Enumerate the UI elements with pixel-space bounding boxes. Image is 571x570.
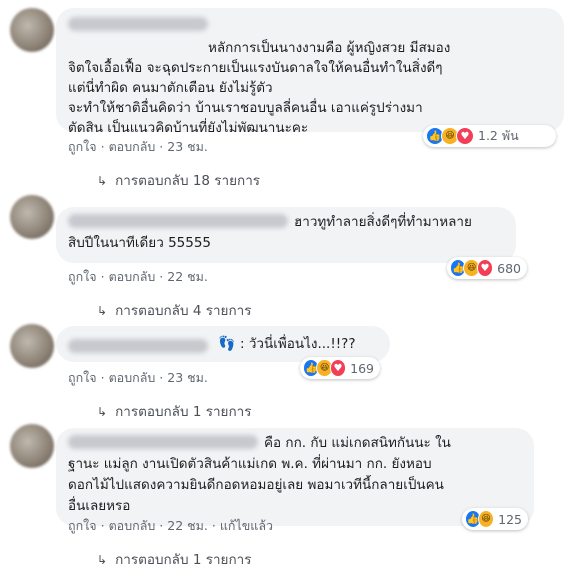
commenter-name[interactable] bbox=[68, 14, 212, 34]
reply-link[interactable]: ตอบกลับ bbox=[109, 269, 156, 284]
like-link[interactable]: ถูกใจ bbox=[68, 370, 97, 385]
comment-4: คือ กก. กับ แม่เกดสนิทกันนะ ใน ฐานะ แม่ล… bbox=[0, 416, 571, 568]
comment-text-line: สิบปีในนาทีเดียว 55555 bbox=[68, 235, 212, 251]
reaction-summary[interactable]: 👍 😆 125 bbox=[462, 508, 528, 530]
comment-actions: ถูกใจ · ตอบกลับ · 22 ชม. · แก้ไขแล้ว bbox=[68, 518, 274, 533]
comment-text-line: แต่นี่ทำผิด คนมาตักเตือน ยังไม่รู้ตัว bbox=[68, 80, 273, 96]
comment-bubble: คือ กก. กับ แม่เกดสนิทกันนะ ใน ฐานะ แม่ล… bbox=[56, 428, 534, 526]
comment-text-line: คือ กก. กับ แม่เกดสนิทกันนะ ใน bbox=[264, 435, 451, 451]
comment-text-line: หลักการเป็นนางงามคือ ผู้หญิงสวย มีสมอง bbox=[208, 40, 451, 56]
love-reaction-icon: ♥ bbox=[476, 259, 494, 277]
comment-actions: ถูกใจ · ตอบกลับ · 23 ชม. bbox=[68, 139, 208, 154]
avatar[interactable] bbox=[10, 8, 54, 52]
reply-arrow-icon: ↳ bbox=[97, 174, 108, 188]
haha-reaction-icon: 😆 bbox=[478, 510, 495, 528]
footprints-icon: 👣 bbox=[218, 336, 236, 352]
comment-text-line: จะทำให้ชาติอื่นคิดว่า บ้านเราชอบบูลลี่คน… bbox=[68, 100, 423, 116]
view-replies-link[interactable]: ↳ การตอบกลับ 18 รายการ bbox=[97, 169, 260, 191]
comment-1: หลักการเป็นนางงามคือ ผู้หญิงสวย มีสมอง จ… bbox=[0, 0, 571, 195]
blurred-name bbox=[68, 435, 258, 449]
view-replies-link[interactable]: ↳ การตอบกลับ 4 รายการ bbox=[97, 299, 251, 321]
timestamp[interactable]: 23 ชม. bbox=[167, 139, 208, 154]
comment-bubble: หลักการเป็นนางงามคือ ผู้หญิงสวย มีสมอง จ… bbox=[56, 8, 564, 136]
comment-3: 👣 : วัวนี่เพื่อนไง...!!?? 👍 😆 ♥ 169 ถูกใ… bbox=[0, 320, 571, 420]
comment-actions: ถูกใจ · ตอบกลับ · 23 ชม. bbox=[68, 370, 208, 385]
love-reaction-icon: ♥ bbox=[329, 359, 347, 377]
like-link[interactable]: ถูกใจ bbox=[68, 139, 97, 154]
reply-arrow-icon: ↳ bbox=[97, 553, 108, 567]
reaction-count: 680 bbox=[497, 260, 521, 276]
reaction-count: 169 bbox=[350, 360, 374, 376]
avatar[interactable] bbox=[10, 424, 54, 468]
comment-text-line: ฐานะ แม่ลูก งานเปิดตัวสินค้าแม่เกด พ.ค. … bbox=[68, 456, 432, 472]
reaction-count: 125 bbox=[498, 511, 522, 527]
reply-link[interactable]: ตอบกลับ bbox=[109, 370, 156, 385]
like-link[interactable]: ถูกใจ bbox=[68, 518, 97, 533]
comment-text-line: ดอกไม้ไปแสดงความยินดีกอดหอมอยู่เลย พอมาเ… bbox=[68, 477, 444, 493]
comment-text-line: ฮาวทูทำลายสิ่งดีๆที่ทำมาหลาย bbox=[294, 214, 472, 230]
comment-actions: ถูกใจ · ตอบกลับ · 22 ชม. bbox=[68, 269, 208, 284]
reaction-summary[interactable]: 👍 😆 ♥ 169 bbox=[300, 357, 380, 379]
like-link[interactable]: ถูกใจ bbox=[68, 269, 97, 284]
commenter-name[interactable] bbox=[68, 211, 292, 231]
comment-text-line: จิตใจเอื้อเฟื้อ จะฉุดประกายเป็นแรงบันดาล… bbox=[68, 60, 443, 76]
timestamp[interactable]: 22 ชม. bbox=[167, 518, 208, 533]
timestamp[interactable]: 23 ชม. bbox=[167, 370, 208, 385]
edited-label[interactable]: แก้ไขแล้ว bbox=[220, 518, 273, 533]
comment-text-line: ตัดสิน เป็นแนวคิดบ้านที่ยังไม่พัฒนานะคะ bbox=[68, 120, 309, 136]
reaction-count: 1.2 พัน bbox=[478, 128, 519, 143]
comment-text-line: : วัวนี่เพื่อนไง...!!?? bbox=[240, 336, 356, 352]
timestamp[interactable]: 22 ชม. bbox=[167, 269, 208, 284]
reply-link[interactable]: ตอบกลับ bbox=[109, 518, 156, 533]
avatar[interactable] bbox=[10, 324, 54, 368]
blurred-name bbox=[68, 214, 288, 228]
love-reaction-icon: ♥ bbox=[456, 127, 474, 145]
comment-bubble: ฮาวทูทำลายสิ่งดีๆที่ทำมาหลาย สิบปีในนาที… bbox=[56, 207, 516, 263]
commenter-name[interactable] bbox=[68, 336, 212, 356]
reaction-summary[interactable]: 👍 😆 ♥ 680 bbox=[447, 257, 527, 279]
replies-count-label: การตอบกลับ 1 รายการ bbox=[115, 552, 252, 568]
avatar[interactable] bbox=[10, 195, 54, 239]
blurred-name bbox=[68, 339, 208, 353]
replies-count-label: การตอบกลับ 4 รายการ bbox=[115, 303, 252, 319]
commenter-name[interactable] bbox=[68, 432, 262, 452]
reaction-summary[interactable]: 👍 😆 ♥ 1.2 พัน bbox=[423, 125, 556, 147]
comment-2: ฮาวทูทำลายสิ่งดีๆที่ทำมาหลาย สิบปีในนาที… bbox=[0, 195, 571, 320]
replies-count-label: การตอบกลับ 18 รายการ bbox=[115, 173, 261, 189]
blurred-name bbox=[68, 17, 208, 31]
reply-arrow-icon: ↳ bbox=[97, 304, 108, 318]
reply-link[interactable]: ตอบกลับ bbox=[109, 139, 156, 154]
view-replies-link[interactable]: ↳ การตอบกลับ 1 รายการ bbox=[97, 548, 251, 570]
comment-text-line: อื่นเลยหรอ bbox=[68, 498, 131, 514]
